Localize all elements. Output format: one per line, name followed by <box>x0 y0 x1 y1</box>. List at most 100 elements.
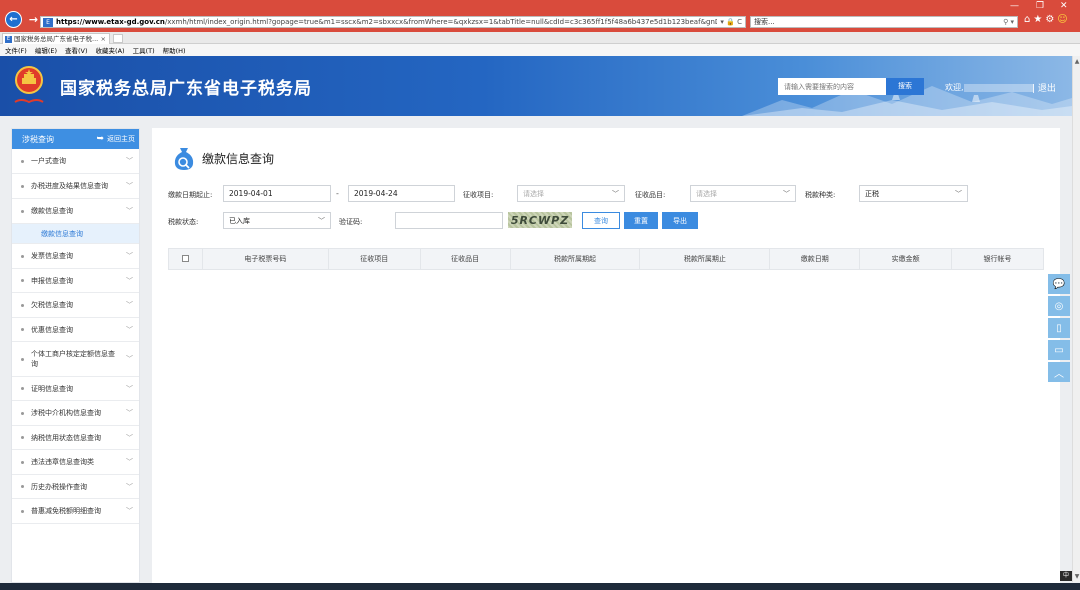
logout-link[interactable]: | 退出 <box>1032 81 1056 94</box>
date-from-input[interactable]: 2019-04-01 <box>223 185 331 202</box>
back-to-top-icon[interactable]: ︿ <box>1048 362 1070 382</box>
sidebar-subitem-payment-query[interactable]: 缴款信息查询 <box>12 224 139 244</box>
scroll-up-icon[interactable]: ▲ <box>1073 58 1080 65</box>
captcha-label: 验证码: <box>339 218 363 226</box>
bullet-icon <box>21 279 24 282</box>
close-window-icon[interactable]: ✕ <box>1060 1 1068 11</box>
site-title: 国家税务总局广东省电子税务局 <box>60 79 312 99</box>
select-all-header <box>168 248 203 270</box>
sidebar-item-declaration-query[interactable]: 申报信息查询 ﹀ <box>12 269 139 293</box>
export-button[interactable]: 导出 <box>662 212 698 229</box>
mobile-app-icon[interactable]: ▯ <box>1048 318 1070 338</box>
sidebar-item-certificate-query[interactable]: 证明信息查询 ﹀ <box>12 377 139 401</box>
chat-bubble-icon[interactable]: 💬 <box>1048 274 1070 294</box>
chevron-down-icon: ﹀ <box>126 384 133 393</box>
bullet-icon <box>21 357 24 361</box>
address-icons[interactable]: ▾ 🔒 C <box>717 18 745 26</box>
menu-tools[interactable]: 工具(T) <box>133 45 155 55</box>
browser-search-box[interactable]: 搜索... ⚲ ▾ <box>750 16 1018 28</box>
sidebar-item-history-query[interactable]: 历史办税操作查询 ﹀ <box>12 475 139 499</box>
sidebar-item-individual-quota-query[interactable]: 个体工商户核定定额信息查询 ﹀ <box>12 342 139 377</box>
date-range-label: 缴款日期起止: <box>168 191 213 199</box>
welcome-text: 欢迎, <box>945 82 1034 93</box>
tax-status-label: 税款状态: <box>168 218 199 226</box>
chevron-down-icon: ﹀ <box>126 433 133 442</box>
main-panel: 缴款信息查询 缴款日期起止: 2019-04-01 - 2019-04-24 征… <box>152 128 1060 583</box>
sidebar-item-household-query[interactable]: 一户式查询 ﹀ <box>12 149 139 174</box>
col-period-start[interactable]: 税款所属期起 <box>509 248 641 270</box>
weibo-icon[interactable]: ◎ <box>1048 296 1070 316</box>
col-period-end[interactable]: 税款所属期止 <box>639 248 771 270</box>
col-collection-item[interactable]: 征收项目 <box>327 248 421 270</box>
sidebar-item-preferential-query[interactable]: 优惠信息查询 ﹀ <box>12 318 139 342</box>
sidebar-item-payment-query[interactable]: 缴款信息查询 ﹀ <box>12 199 139 224</box>
chevron-down-icon: ﹀ <box>126 507 133 515</box>
collection-sub-select[interactable]: 请选择 ﹀ <box>690 185 796 202</box>
chevron-down-icon: ﹀ <box>126 355 133 363</box>
browser-toolbar-icons: ⌂★⚙☺ <box>1024 14 1071 25</box>
smiley-feedback-icon[interactable]: ☺ <box>1057 14 1070 25</box>
query-button[interactable]: 查询 <box>582 212 620 229</box>
collection-item-select[interactable]: 请选择 ﹀ <box>517 185 625 202</box>
site-search-button[interactable]: 搜索 <box>886 78 924 95</box>
sidebar-item-progress-query[interactable]: 办税进度及结果信息查询 ﹀ <box>12 174 139 199</box>
search-icon[interactable]: ⚲ ▾ <box>1003 17 1014 27</box>
tax-status-select[interactable]: 已入库 ﹀ <box>223 212 331 229</box>
chevron-down-icon: ﹀ <box>783 189 790 198</box>
browser-tab[interactable]: E 国家税务总局广东省电子税... × <box>2 33 110 44</box>
tablet-icon[interactable]: ▭ <box>1048 340 1070 360</box>
browser-menu-bar: 文件(F) 编辑(E) 查看(V) 收藏夹(A) 工具(T) 帮助(H) <box>0 44 1080 56</box>
sidebar-item-relief-query[interactable]: 普惠减免税额明细查询 ﹀ <box>12 499 139 524</box>
sidebar-item-violation-query[interactable]: 违法违章信息查询类 ﹀ <box>12 450 139 475</box>
captcha-input[interactable] <box>395 212 503 229</box>
menu-file[interactable]: 文件(F) <box>5 45 27 55</box>
page-title: 缴款信息查询 <box>202 152 275 166</box>
back-arrow-icon[interactable]: ← <box>5 11 22 28</box>
minimize-icon[interactable]: — <box>1010 1 1019 11</box>
new-tab-button[interactable] <box>113 34 123 43</box>
sidebar-item-invoice-query[interactable]: 发票信息查询 ﹀ <box>12 244 139 269</box>
settings-gear-icon[interactable]: ⚙ <box>1045 14 1057 25</box>
tab-close-icon[interactable]: × <box>101 34 106 44</box>
reset-button[interactable]: 重置 <box>624 212 658 229</box>
chevron-down-icon: ﹀ <box>126 482 133 491</box>
menu-help[interactable]: 帮助(H) <box>163 45 186 55</box>
browser-title-bar: — ❐ ✕ ← → E https://www.etax-gd.gov.cn/x… <box>0 0 1080 32</box>
sidebar-item-arrears-query[interactable]: 欠税信息查询 ﹀ <box>12 293 139 318</box>
col-payment-date[interactable]: 缴款日期 <box>769 248 861 270</box>
tax-emblem-logo-icon <box>14 66 44 104</box>
back-home-button[interactable]: ➥ 返回主页 <box>96 134 135 144</box>
ime-indicator[interactable]: 中 <box>1060 571 1072 581</box>
bullet-icon <box>21 387 24 390</box>
home-icon[interactable]: ⌂ <box>1024 14 1033 25</box>
site-header: 国家税务总局广东省电子税务局 搜索 欢迎, | 退出 <box>0 56 1072 116</box>
address-bar[interactable]: E https://www.etax-gd.gov.cn/xxmh/html/i… <box>40 16 746 28</box>
site-search-input[interactable] <box>778 78 886 95</box>
col-ticket-number[interactable]: 电子税票号码 <box>201 248 329 270</box>
page-scrollbar[interactable]: ▲ ▼ <box>1072 56 1080 582</box>
sidebar-header: 涉税查询 ➥ 返回主页 <box>12 129 139 149</box>
col-bank-account[interactable]: 银行帐号 <box>951 248 1044 270</box>
chevron-down-icon: ﹀ <box>126 458 133 466</box>
col-collection-sub[interactable]: 征收品目 <box>419 248 511 270</box>
captcha-image[interactable]: 5RCWPZ <box>508 212 572 228</box>
collection-item-label: 征收项目: <box>463 191 494 199</box>
bullet-icon <box>21 411 24 415</box>
maximize-icon[interactable]: ❐ <box>1036 1 1044 11</box>
menu-edit[interactable]: 编辑(E) <box>35 45 57 55</box>
windows-taskbar: 中 <box>0 571 1080 590</box>
col-paid-amount[interactable]: 实缴金额 <box>859 248 953 270</box>
sidebar-item-agency-query[interactable]: 涉税中介机构信息查询 ﹀ <box>12 401 139 426</box>
sidebar-item-credit-query[interactable]: 纳税信用状态信息查询 ﹀ <box>12 426 139 450</box>
bullet-icon <box>21 328 24 331</box>
date-to-input[interactable]: 2019-04-24 <box>348 185 455 202</box>
scroll-down-icon[interactable]: ▼ <box>1073 573 1080 580</box>
select-all-checkbox[interactable] <box>181 254 189 262</box>
bullet-icon <box>21 303 24 307</box>
tax-type-select[interactable]: 正税 ﹀ <box>859 185 968 202</box>
sidebar-title: 涉税查询 <box>22 134 54 144</box>
menu-view[interactable]: 查看(V) <box>65 45 88 55</box>
favorites-star-icon[interactable]: ★ <box>1033 14 1045 25</box>
address-text: https://www.etax-gd.gov.cn/xxmh/html/ind… <box>56 18 717 26</box>
menu-favorites[interactable]: 收藏夹(A) <box>96 45 125 55</box>
